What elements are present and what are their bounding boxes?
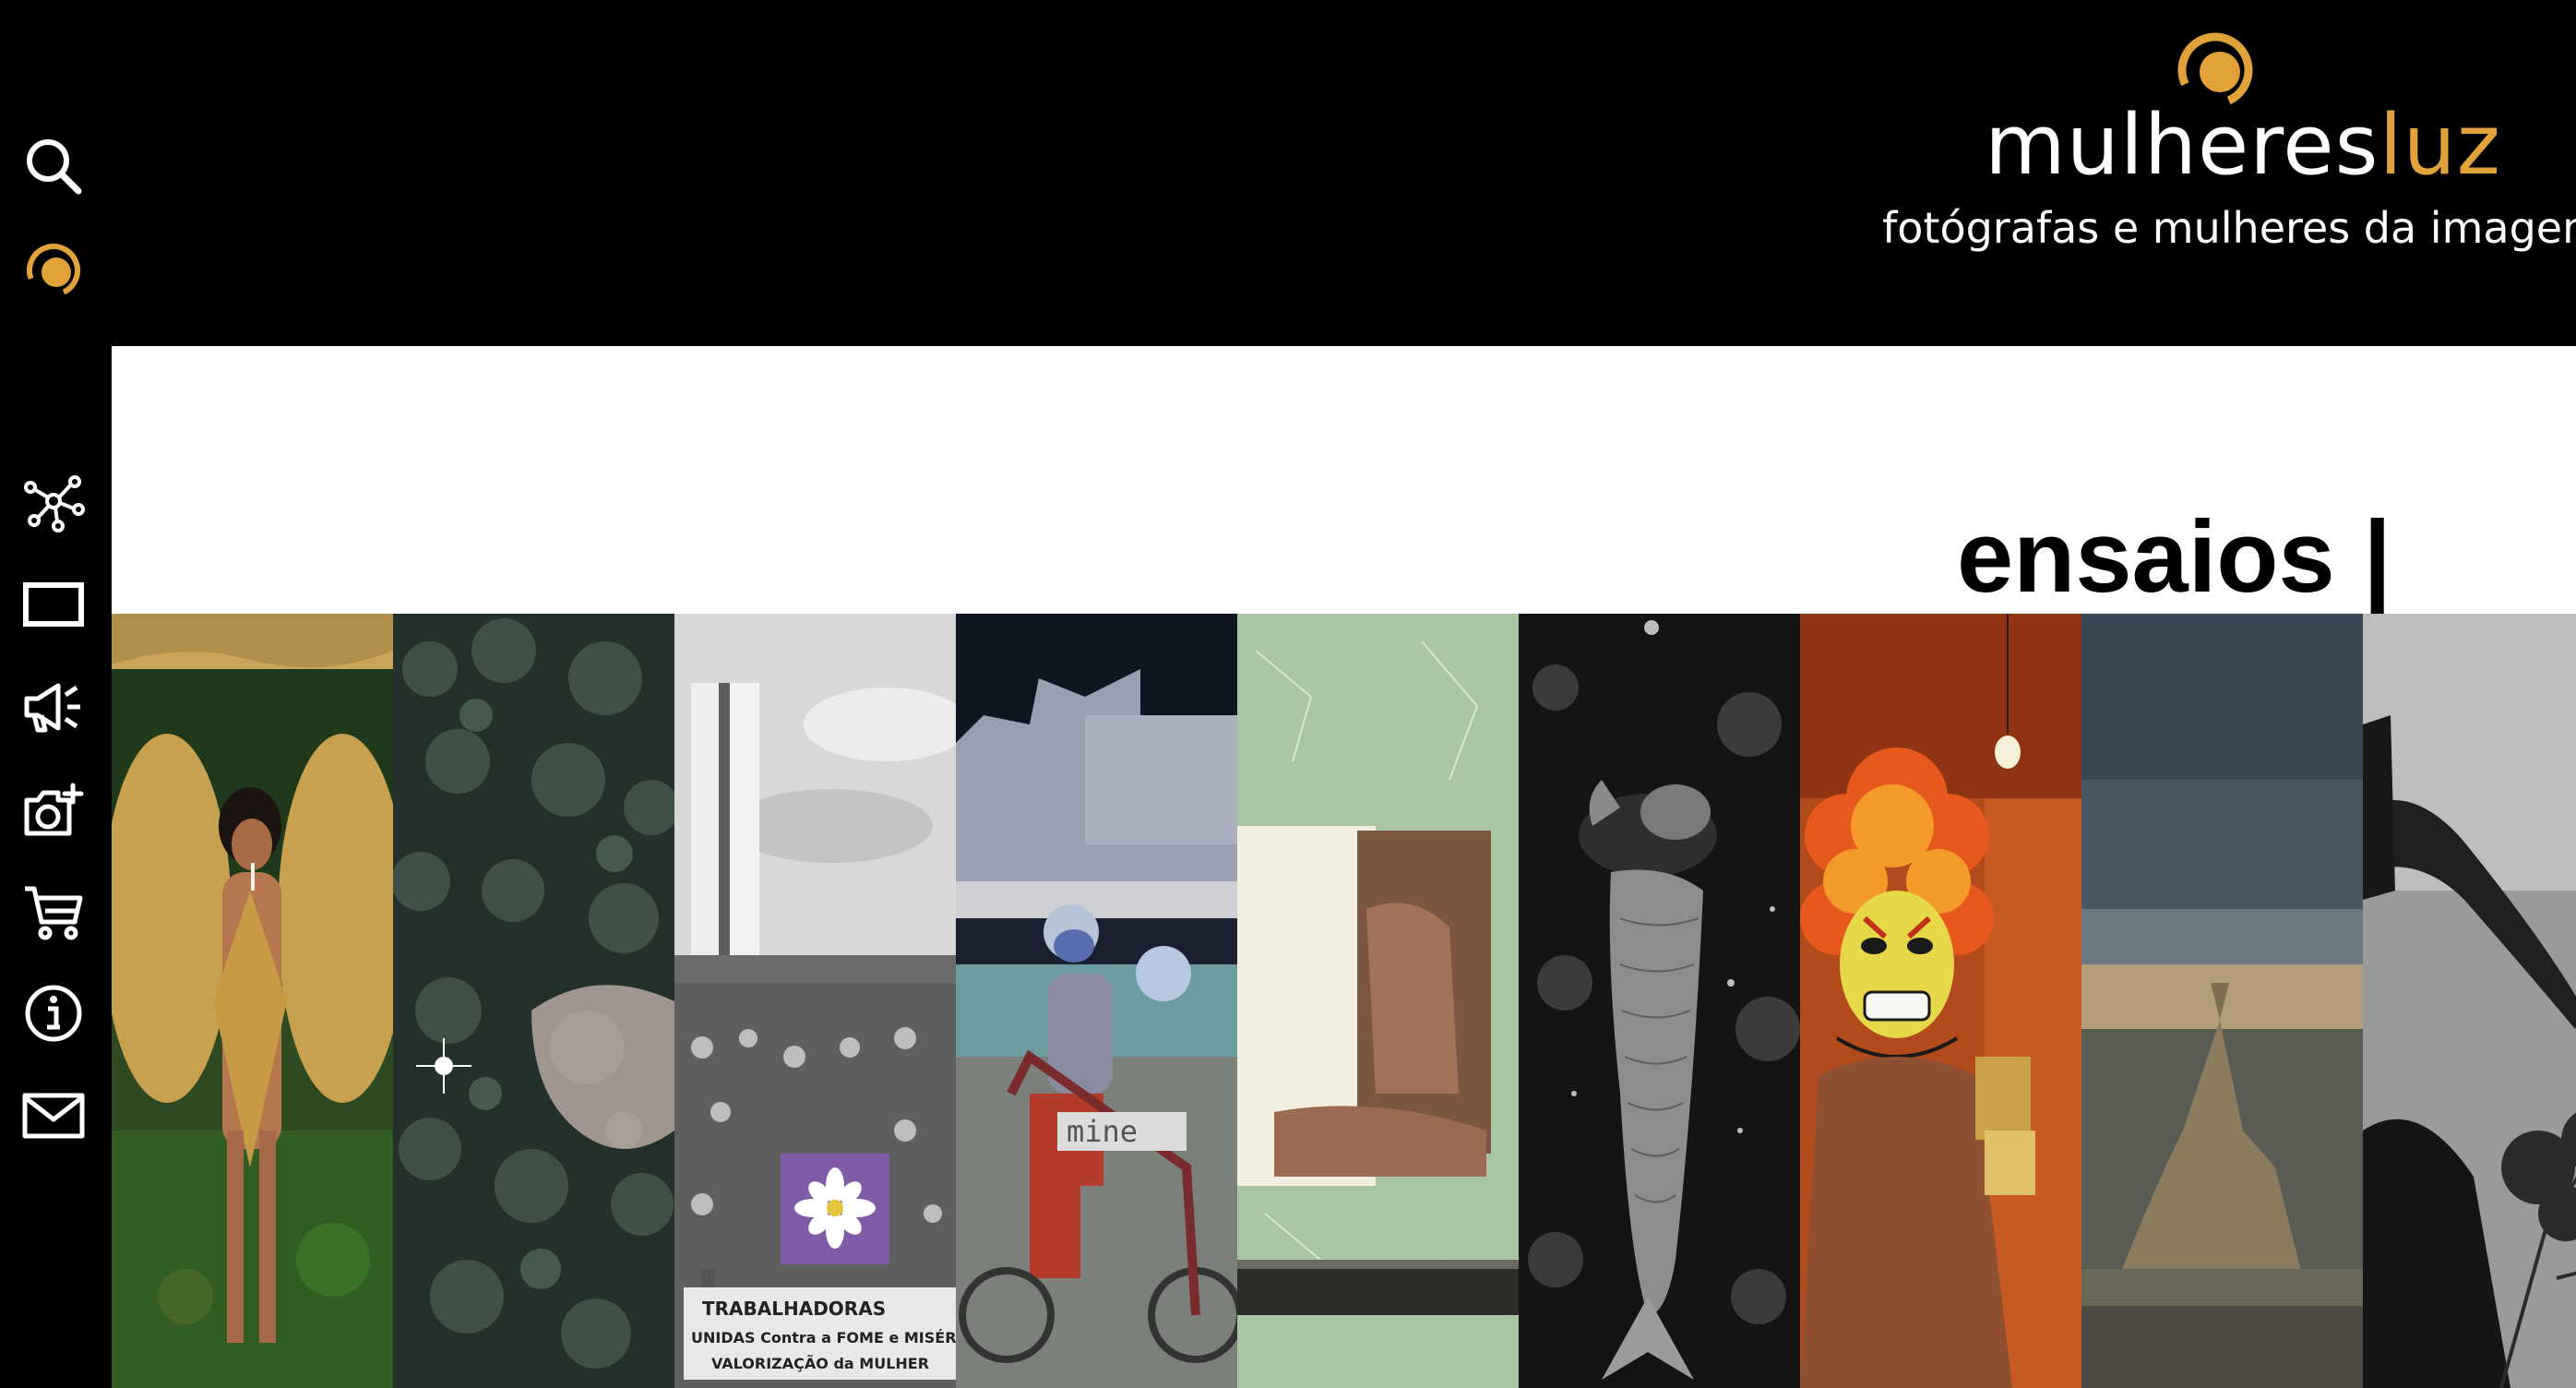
sidebar (0, 0, 112, 1388)
page-title: ensaios | (1957, 499, 2391, 614)
essay-tile-4[interactable]: mine (956, 614, 1237, 1388)
essay-tile-8[interactable] (2081, 614, 2363, 1388)
logo-wordmark: mulheresluz (1846, 100, 2576, 192)
tile3-banner-line2: UNIDAS Contra a FOME e MISÉRIA (691, 1329, 956, 1346)
essay-tile-1[interactable] (112, 614, 393, 1388)
essay-tile-3[interactable]: TRABALHADORAS UNIDAS Contra a FOME e MIS… (674, 614, 956, 1388)
logo-word-main: mulheres (1985, 97, 2379, 194)
essay-tile-6[interactable] (1519, 614, 1800, 1388)
mail-icon[interactable] (17, 1078, 90, 1152)
tile4-label: mine (1067, 1114, 1138, 1149)
camera-plus-icon[interactable] (17, 773, 90, 847)
logo-word-accent: luz (2379, 97, 2501, 194)
essay-tile-2[interactable] (393, 614, 674, 1388)
essay-tile-9[interactable] (2363, 614, 2576, 1388)
info-icon[interactable] (17, 976, 90, 1050)
essays-gallery: TRABALHADORAS UNIDAS Contra a FOME e MIS… (112, 614, 2576, 1388)
megaphone-icon[interactable] (17, 670, 90, 744)
screen-icon[interactable] (17, 568, 90, 641)
essay-tile-5[interactable] (1237, 614, 1519, 1388)
tile3-banner-line3: VALORIZAÇÃO da MULHER (711, 1355, 929, 1372)
logo-mark-icon[interactable] (17, 231, 90, 305)
cart-icon[interactable] (17, 875, 90, 949)
site-logo[interactable]: mulheresluz fotógrafas e mulheres da ima… (1846, 26, 2576, 253)
essay-tile-7[interactable] (1800, 614, 2081, 1388)
search-icon[interactable] (17, 129, 90, 203)
header: mulheresluz fotógrafas e mulheres da ima… (112, 0, 2576, 346)
network-icon[interactable] (17, 464, 90, 538)
logo-tagline: fotógrafas e mulheres da imagem (1882, 203, 2576, 253)
tile3-banner-line1: TRABALHADORAS (702, 1298, 886, 1320)
section-header: ensaios | (112, 346, 2576, 614)
